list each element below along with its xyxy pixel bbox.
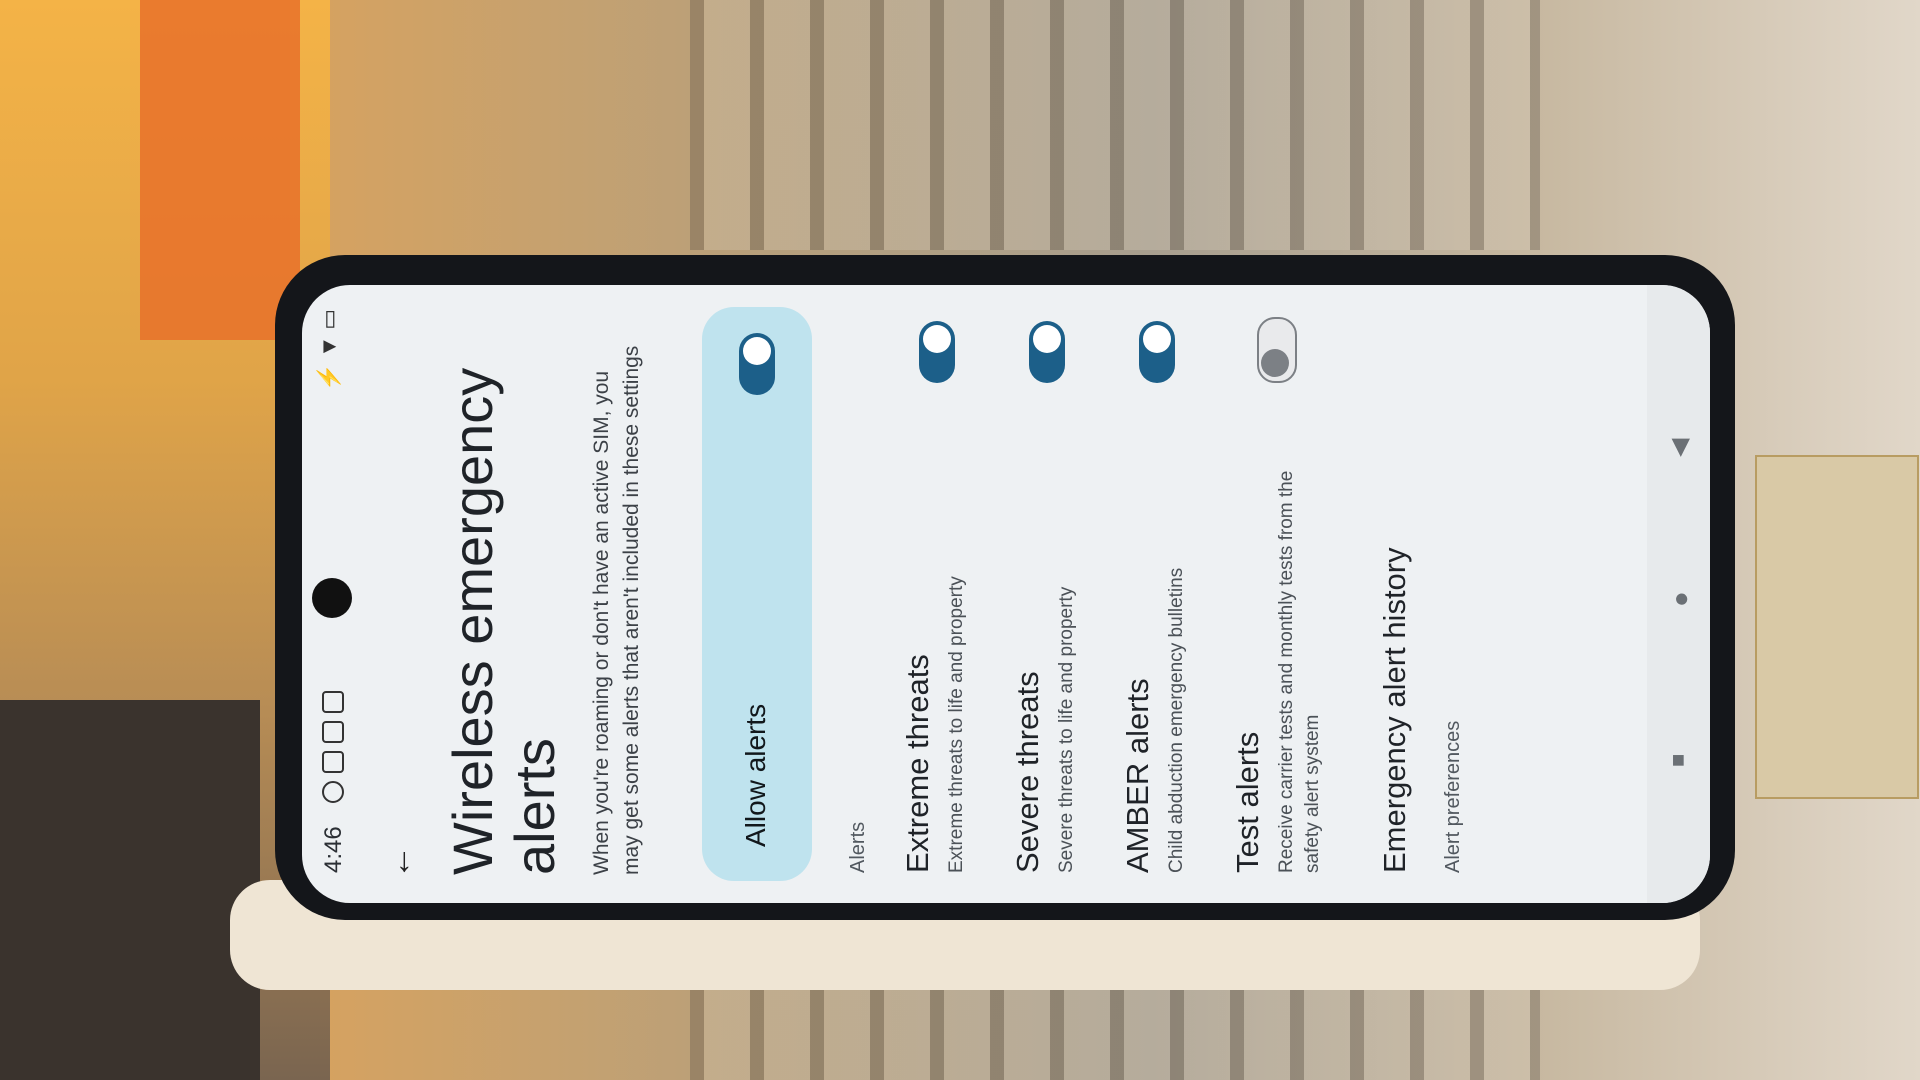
toggle-knob bbox=[1143, 325, 1171, 353]
notification-icon bbox=[322, 721, 344, 743]
alert-row-test[interactable]: Test alerts Receive carrier tests and mo… bbox=[1212, 285, 1352, 903]
background-block bbox=[0, 700, 260, 1080]
arrow-back-icon[interactable]: ← bbox=[380, 845, 419, 879]
status-time: 4:46 bbox=[320, 826, 347, 873]
amber-alerts-toggle[interactable] bbox=[1139, 321, 1175, 383]
notification-icon bbox=[322, 781, 344, 803]
emergency-alert-history-link[interactable]: Emergency alert history bbox=[1377, 547, 1413, 873]
alert-title: Extreme threats bbox=[900, 654, 935, 873]
alert-row-amber[interactable]: AMBER alerts Child abduction emergency b… bbox=[1102, 285, 1212, 903]
extreme-threats-toggle[interactable] bbox=[919, 321, 955, 383]
alert-subtitle: Receive carrier tests and monthly tests … bbox=[1276, 470, 1323, 873]
alert-subtitle: Extreme threats to life and property bbox=[946, 576, 967, 873]
background-sign bbox=[140, 0, 300, 340]
background-warning-label bbox=[1755, 455, 1919, 799]
notification-icon bbox=[322, 691, 344, 713]
background-frame bbox=[690, 0, 1540, 250]
section-header-preferences: Alert preferences bbox=[1442, 720, 1464, 873]
phone-screen: 4:46 ⚡ ▼ ▭ ← Wireless emergency alerts W… bbox=[302, 285, 1710, 903]
page-description: When you're roaming or don't have an act… bbox=[590, 345, 643, 875]
navigation-bar: ■ ● ◀ bbox=[1647, 285, 1710, 903]
wifi-battery-icon: ⚡ ▼ ▭ bbox=[316, 309, 341, 392]
alert-title: AMBER alerts bbox=[1120, 678, 1155, 873]
test-alerts-toggle[interactable] bbox=[1257, 317, 1297, 383]
toggle-knob bbox=[1261, 349, 1289, 377]
front-camera bbox=[312, 578, 352, 618]
allow-alerts-label: Allow alerts bbox=[740, 703, 771, 847]
alert-row-severe[interactable]: Severe threats Severe threats to life an… bbox=[992, 285, 1102, 903]
severe-threats-toggle[interactable] bbox=[1029, 321, 1065, 383]
toggle-knob bbox=[743, 337, 771, 365]
alert-title: Test alerts bbox=[1230, 731, 1265, 873]
background-frame bbox=[690, 990, 1540, 1080]
toggle-knob bbox=[1033, 325, 1061, 353]
section-header-alerts: Alerts bbox=[847, 821, 869, 873]
allow-alerts-row[interactable]: Allow alerts bbox=[702, 307, 812, 881]
back-nav-icon[interactable]: ◀ bbox=[1665, 439, 1694, 457]
allow-alerts-toggle[interactable] bbox=[739, 333, 775, 395]
notification-icon bbox=[322, 751, 344, 773]
page-title: Wireless emergency alerts bbox=[441, 367, 566, 875]
status-bar: 4:46 ⚡ ▼ ▭ bbox=[302, 285, 362, 903]
alert-title: Severe threats bbox=[1010, 671, 1045, 873]
recents-icon[interactable]: ■ bbox=[1665, 754, 1691, 767]
settings-page: 4:46 ⚡ ▼ ▭ ← Wireless emergency alerts W… bbox=[302, 285, 1710, 903]
alert-subtitle: Severe threats to life and property bbox=[1056, 586, 1077, 873]
alert-row-extreme[interactable]: Extreme threats Extreme threats to life … bbox=[882, 285, 992, 903]
alert-subtitle: Child abduction emergency bulletins bbox=[1166, 567, 1187, 873]
toggle-knob bbox=[923, 325, 951, 353]
home-icon[interactable]: ● bbox=[1665, 591, 1696, 607]
